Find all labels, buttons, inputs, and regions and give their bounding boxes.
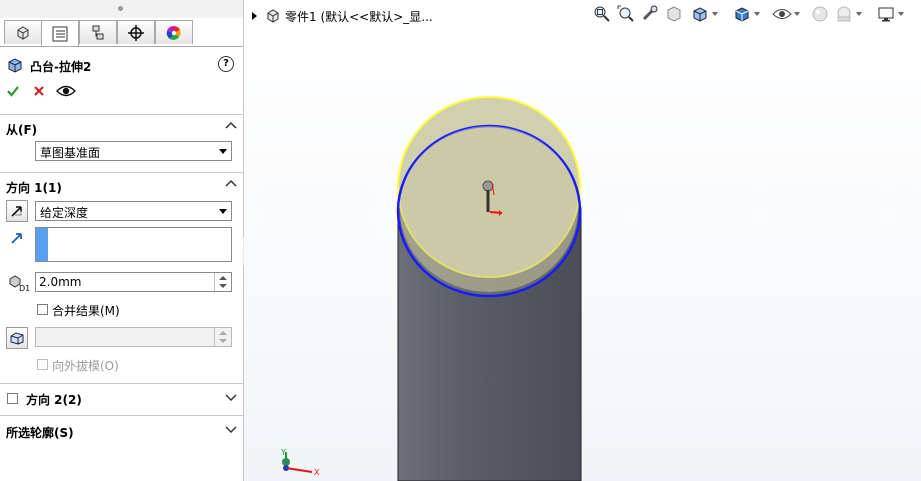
model-graphics[interactable] — [244, 0, 921, 481]
depth-spinner[interactable] — [214, 273, 231, 291]
depth-dimension-icon: D1 — [9, 275, 29, 292]
crosshair-icon — [128, 24, 144, 41]
tab-display-manager[interactable] — [155, 20, 193, 44]
property-manager-panel: 凸台-拉伸2 ? 从(F) 草图基准面 方向 1(1) 给定深度 D1 2.0m… — [0, 0, 244, 481]
tab-feature-manager[interactable] — [4, 20, 42, 44]
svg-text:D1: D1 — [19, 284, 29, 292]
from-start-condition-select[interactable]: 草图基准面 — [35, 141, 232, 161]
selection-active-marker — [36, 228, 48, 261]
feature-title: 凸台-拉伸2 — [30, 60, 92, 74]
draft-outward-checkbox[interactable] — [37, 359, 48, 370]
ok-checkmark-icon[interactable] — [6, 84, 20, 98]
coordinate-triad — [282, 452, 313, 473]
section-selected-contours-label: 所选轮廓(S) — [6, 426, 74, 440]
graphics-viewport[interactable]: 零件1 (默认<<默认>_显... Y X — [244, 0, 921, 481]
section-direction1-label: 方向 1(1) — [6, 181, 62, 195]
section-from[interactable]: 从(F) — [0, 114, 243, 141]
color-wheel-icon — [166, 25, 181, 40]
draft-angle-spinner[interactable] — [214, 328, 231, 346]
dropdown-arrow-icon — [219, 209, 227, 214]
manager-tabs — [0, 18, 243, 47]
cancel-x-icon[interactable] — [33, 85, 45, 97]
end-condition-value: 给定深度 — [40, 206, 89, 220]
dropdown-arrow-icon — [219, 149, 227, 154]
tab-property-manager[interactable] — [41, 20, 79, 46]
direction2-checkbox[interactable] — [7, 393, 18, 404]
help-button[interactable]: ? — [218, 56, 234, 72]
section-direction2[interactable]: 方向 2(2) — [0, 383, 243, 414]
section-selected-contours[interactable]: 所选轮廓(S) — [0, 415, 243, 446]
draft-outward-label: 向外拔模(O) — [52, 359, 119, 373]
direction-vector-selection-box[interactable] — [35, 227, 232, 262]
reverse-direction-button[interactable] — [6, 200, 28, 222]
chevron-down-icon[interactable] — [225, 392, 237, 402]
chevron-down-icon[interactable] — [225, 424, 237, 434]
depth-value: 2.0mm — [39, 275, 82, 289]
triad-y-label: Y — [281, 448, 286, 457]
merge-result-label: 合并结果(M) — [52, 304, 120, 318]
from-start-condition-value: 草图基准面 — [40, 146, 101, 160]
preview-eye-icon[interactable] — [56, 84, 76, 98]
chevron-up-icon[interactable] — [225, 120, 237, 130]
panel-grip[interactable] — [0, 0, 243, 18]
property-list-icon — [52, 26, 68, 41]
tab-configuration-manager[interactable] — [79, 20, 117, 44]
merge-result-checkbox[interactable] — [37, 304, 48, 315]
draft-icon — [10, 332, 24, 345]
draft-toggle-button[interactable] — [6, 327, 28, 349]
tab-dimxpert-manager[interactable] — [117, 20, 155, 44]
end-condition-select[interactable]: 给定深度 — [35, 201, 232, 221]
depth-input[interactable]: 2.0mm — [35, 272, 232, 292]
section-from-label: 从(F) — [6, 123, 38, 137]
triad-x-label: X — [314, 468, 320, 477]
feature-tree-icon — [17, 25, 29, 40]
section-direction2-label: 方向 2(2) — [26, 393, 82, 407]
configuration-icon — [92, 25, 104, 39]
reverse-direction-icon — [11, 206, 22, 217]
direction-vector-icon — [11, 233, 22, 244]
chevron-up-icon[interactable] — [225, 178, 237, 188]
section-direction1[interactable]: 方向 1(1) — [0, 172, 243, 199]
boss-extrude-icon — [8, 58, 22, 73]
draft-angle-input[interactable] — [35, 327, 232, 347]
